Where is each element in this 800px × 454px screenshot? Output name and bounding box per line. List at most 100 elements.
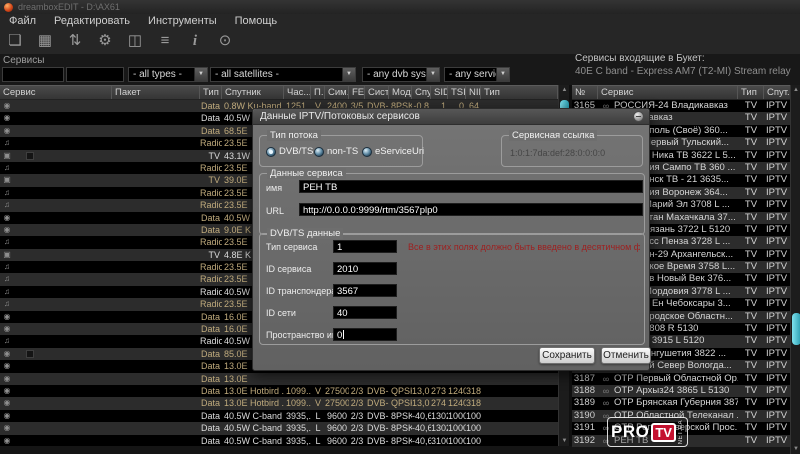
- column-header[interactable]: NID: [466, 86, 481, 99]
- radio-option-non-TS[interactable]: non-TS: [314, 146, 358, 157]
- service-row[interactable]: ◉Data13.0E Hotbird ...1099...V275002/3DV…: [0, 385, 558, 397]
- radio-option-DVB/TS[interactable]: DVB/TS: [266, 146, 313, 157]
- service-row[interactable]: ◉Data40.5W C-band ...3935,...L96002/3DVB…: [0, 410, 558, 422]
- scrollbar-thumb[interactable]: [792, 313, 800, 345]
- column-header[interactable]: Сист...: [365, 86, 389, 99]
- bouquet-row[interactable]: 3187∞ОТР Первый Областной Ор...TVIPTV: [572, 373, 792, 385]
- bouquet-row[interactable]: 3189∞ОТР Брянская Губерния 387...TVIPTV: [572, 397, 792, 409]
- type-cell: TV: [738, 162, 764, 174]
- service-row[interactable]: ◉Data13.0E: [0, 373, 558, 385]
- open-button[interactable]: ❏: [0, 30, 30, 52]
- column-header[interactable]: Час...: [284, 86, 311, 99]
- filter-bar: - all types - ▼ - all satellites - ▼ - a…: [0, 66, 570, 84]
- service-ref-label: Сервисная ссылка: [509, 130, 597, 141]
- number-cell: 3192: [572, 435, 598, 447]
- column-header[interactable]: Спут...: [764, 86, 792, 99]
- column-header[interactable]: FEC: [349, 86, 365, 99]
- list-button[interactable]: ≡: [150, 30, 180, 52]
- service-row[interactable]: ◉Data13.0E Hotbird ...1099...V275002/3DV…: [0, 397, 558, 409]
- collapse-icon[interactable]: [633, 111, 644, 122]
- package-filter-input[interactable]: [66, 67, 124, 82]
- menu-item-Помощь[interactable]: Помощь: [226, 15, 287, 27]
- type-cell: Radio: [200, 286, 222, 298]
- dvb-system-filter-dropdown[interactable]: - any dvb system - ▼: [362, 67, 440, 82]
- stream-icon: ∞: [598, 373, 614, 385]
- radio-option-eServiceUri[interactable]: eServiceUri: [362, 146, 424, 157]
- column-header[interactable]: Пакет: [112, 86, 200, 99]
- radio-icon: ♫: [0, 261, 14, 273]
- transfer-button[interactable]: ⇅: [60, 30, 90, 52]
- frequency-cell: [284, 373, 311, 385]
- marker-square: [26, 350, 34, 358]
- settings-button[interactable]: ⚙: [90, 30, 120, 52]
- scroll-up-icon[interactable]: ▲: [791, 86, 800, 94]
- menu-item-Файл[interactable]: Файл: [0, 15, 45, 27]
- protv-watermark: PRO TV NET.UA: [607, 417, 688, 447]
- scroll-down-icon[interactable]: ▼: [791, 445, 800, 453]
- data-icon: ◉: [0, 435, 14, 446]
- chevron-down-icon[interactable]: ▼: [194, 68, 207, 81]
- field-input-2[interactable]: 2010: [333, 262, 397, 275]
- column-header[interactable]: Спу...: [412, 86, 431, 99]
- column-header[interactable]: Моду...: [389, 86, 412, 99]
- column-header[interactable]: П...: [311, 86, 325, 99]
- satellite-filter-dropdown[interactable]: - all satellites - ▼: [210, 67, 356, 82]
- filler-cell: [481, 397, 558, 409]
- column-header[interactable]: Тип: [481, 86, 558, 99]
- bouquet-row[interactable]: 3188∞ОТР Архыз24 3865 L 5130TVIPTV: [572, 385, 792, 397]
- column-header[interactable]: TSID: [448, 86, 466, 99]
- field-input-1[interactable]: 1: [333, 240, 397, 253]
- save-button[interactable]: ▦: [30, 30, 60, 52]
- symbolrate-cell: [325, 373, 349, 385]
- column-header[interactable]: Тип: [200, 86, 222, 99]
- type-filter-dropdown[interactable]: - all types - ▼: [128, 67, 208, 82]
- field-input-4[interactable]: 40: [333, 306, 397, 319]
- radio-selected-icon[interactable]: [266, 147, 276, 157]
- cancel-button[interactable]: Отменить: [601, 347, 651, 364]
- chevron-down-icon[interactable]: ▼: [342, 68, 355, 81]
- column-header[interactable]: Тип: [738, 86, 764, 99]
- package-cell: [112, 224, 200, 236]
- chevron-down-icon[interactable]: ▼: [426, 68, 439, 81]
- dialog-title-bar[interactable]: Данные IPTV/Потоковых сервисов: [253, 109, 649, 125]
- copy-button[interactable]: ◫: [120, 30, 150, 52]
- service-filter-dropdown[interactable]: - any service - ▼: [444, 67, 510, 82]
- field-input-3[interactable]: 3567: [333, 284, 397, 297]
- nid-cell: 100: [466, 410, 481, 422]
- bouquet-vertical-scrollbar[interactable]: ▲ ▼: [790, 85, 800, 454]
- package-cell: [112, 410, 200, 422]
- type-cell: TV: [738, 212, 764, 224]
- column-header[interactable]: Сервис: [598, 86, 738, 99]
- package-cell: [112, 311, 200, 323]
- about-button[interactable]: ⊙: [210, 30, 240, 52]
- name-filter-input[interactable]: [2, 67, 64, 82]
- radio-icon: ♫: [0, 335, 14, 347]
- radio-icon[interactable]: [362, 147, 372, 157]
- menu-item-Инструменты[interactable]: Инструменты: [139, 15, 226, 27]
- radio-icon[interactable]: [314, 147, 324, 157]
- column-header[interactable]: Спутник: [222, 86, 284, 99]
- field-input-5[interactable]: 0: [333, 328, 397, 341]
- service-row[interactable]: ◉Data40.5W C-band ...3935,...L96002/3DVB…: [0, 435, 558, 446]
- service-name-input[interactable]: РЕН ТВ: [299, 180, 643, 193]
- satellite-cell: IPTV: [764, 335, 792, 347]
- column-header[interactable]: №: [572, 86, 598, 99]
- fec-cell: 2/3: [349, 435, 365, 446]
- chevron-down-icon[interactable]: ▼: [496, 68, 509, 81]
- service-url-input[interactable]: http://0.0.0.0:9999/rtm/3567plp0: [299, 203, 643, 216]
- service-data-group: Данные сервиса имя РЕН ТВ URL http://0.0…: [259, 173, 645, 235]
- package-cell: [112, 112, 200, 124]
- column-header[interactable]: Сим...: [325, 86, 349, 99]
- column-header[interactable]: SID: [431, 86, 448, 99]
- bottom-strip: [0, 446, 800, 454]
- type-cell: TV: [200, 150, 222, 162]
- column-header[interactable]: Сервис: [0, 86, 112, 99]
- watermark-tv-badge: TV: [651, 423, 676, 442]
- package-cell: [112, 323, 200, 335]
- stream-type-label: Тип потока: [267, 130, 321, 141]
- save-button[interactable]: Сохранить: [539, 347, 595, 364]
- menu-item-Редактировать[interactable]: Редактировать: [45, 15, 139, 27]
- info-button[interactable]: i: [180, 30, 210, 52]
- type-cell: TV: [738, 422, 764, 434]
- service-row[interactable]: ◉Data40.5W C-band ...3935,...L96002/3DVB…: [0, 422, 558, 434]
